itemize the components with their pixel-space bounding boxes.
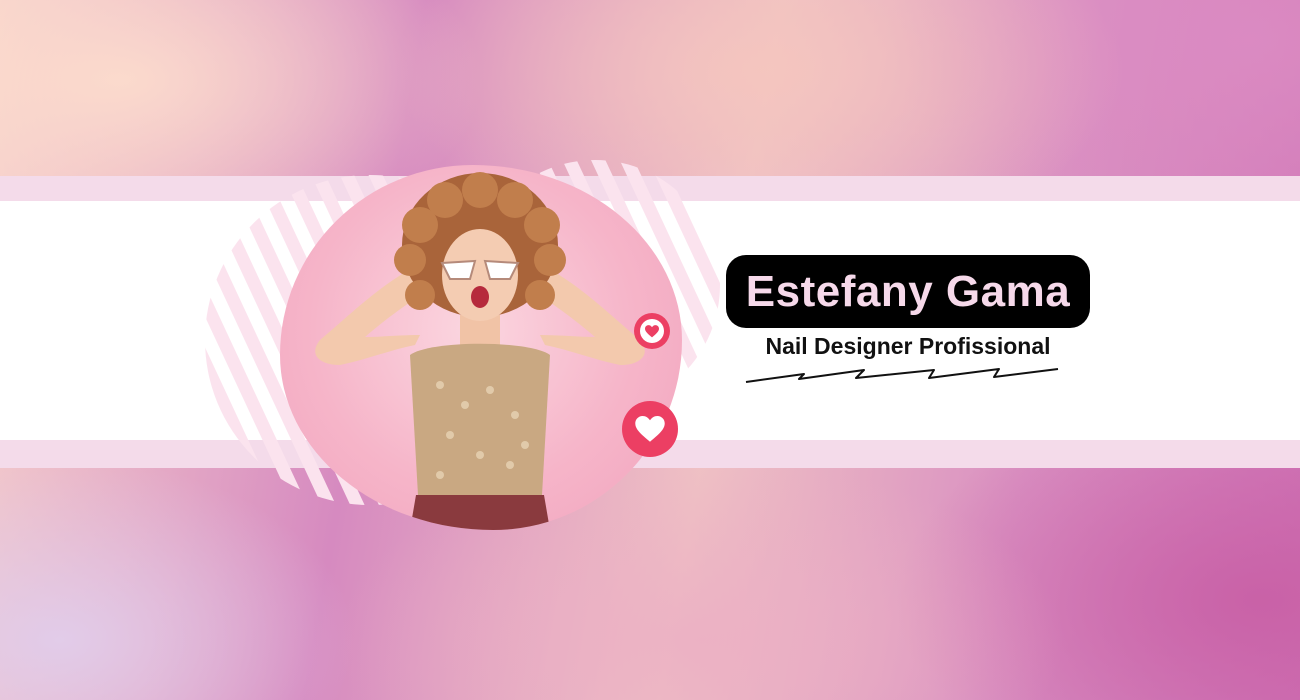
heart-icon xyxy=(640,319,664,343)
name-text: Estefany Gama xyxy=(745,266,1071,316)
heart-badge-large xyxy=(622,401,678,457)
profile-photo xyxy=(280,165,682,530)
heart-icon xyxy=(635,415,665,442)
squiggle-underline xyxy=(745,368,1059,383)
person-illustration xyxy=(315,172,645,530)
name-badge: Estefany Gama xyxy=(726,255,1090,328)
heart-badge-small xyxy=(634,313,670,349)
job-title: Nail Designer Profissional xyxy=(765,333,1051,359)
